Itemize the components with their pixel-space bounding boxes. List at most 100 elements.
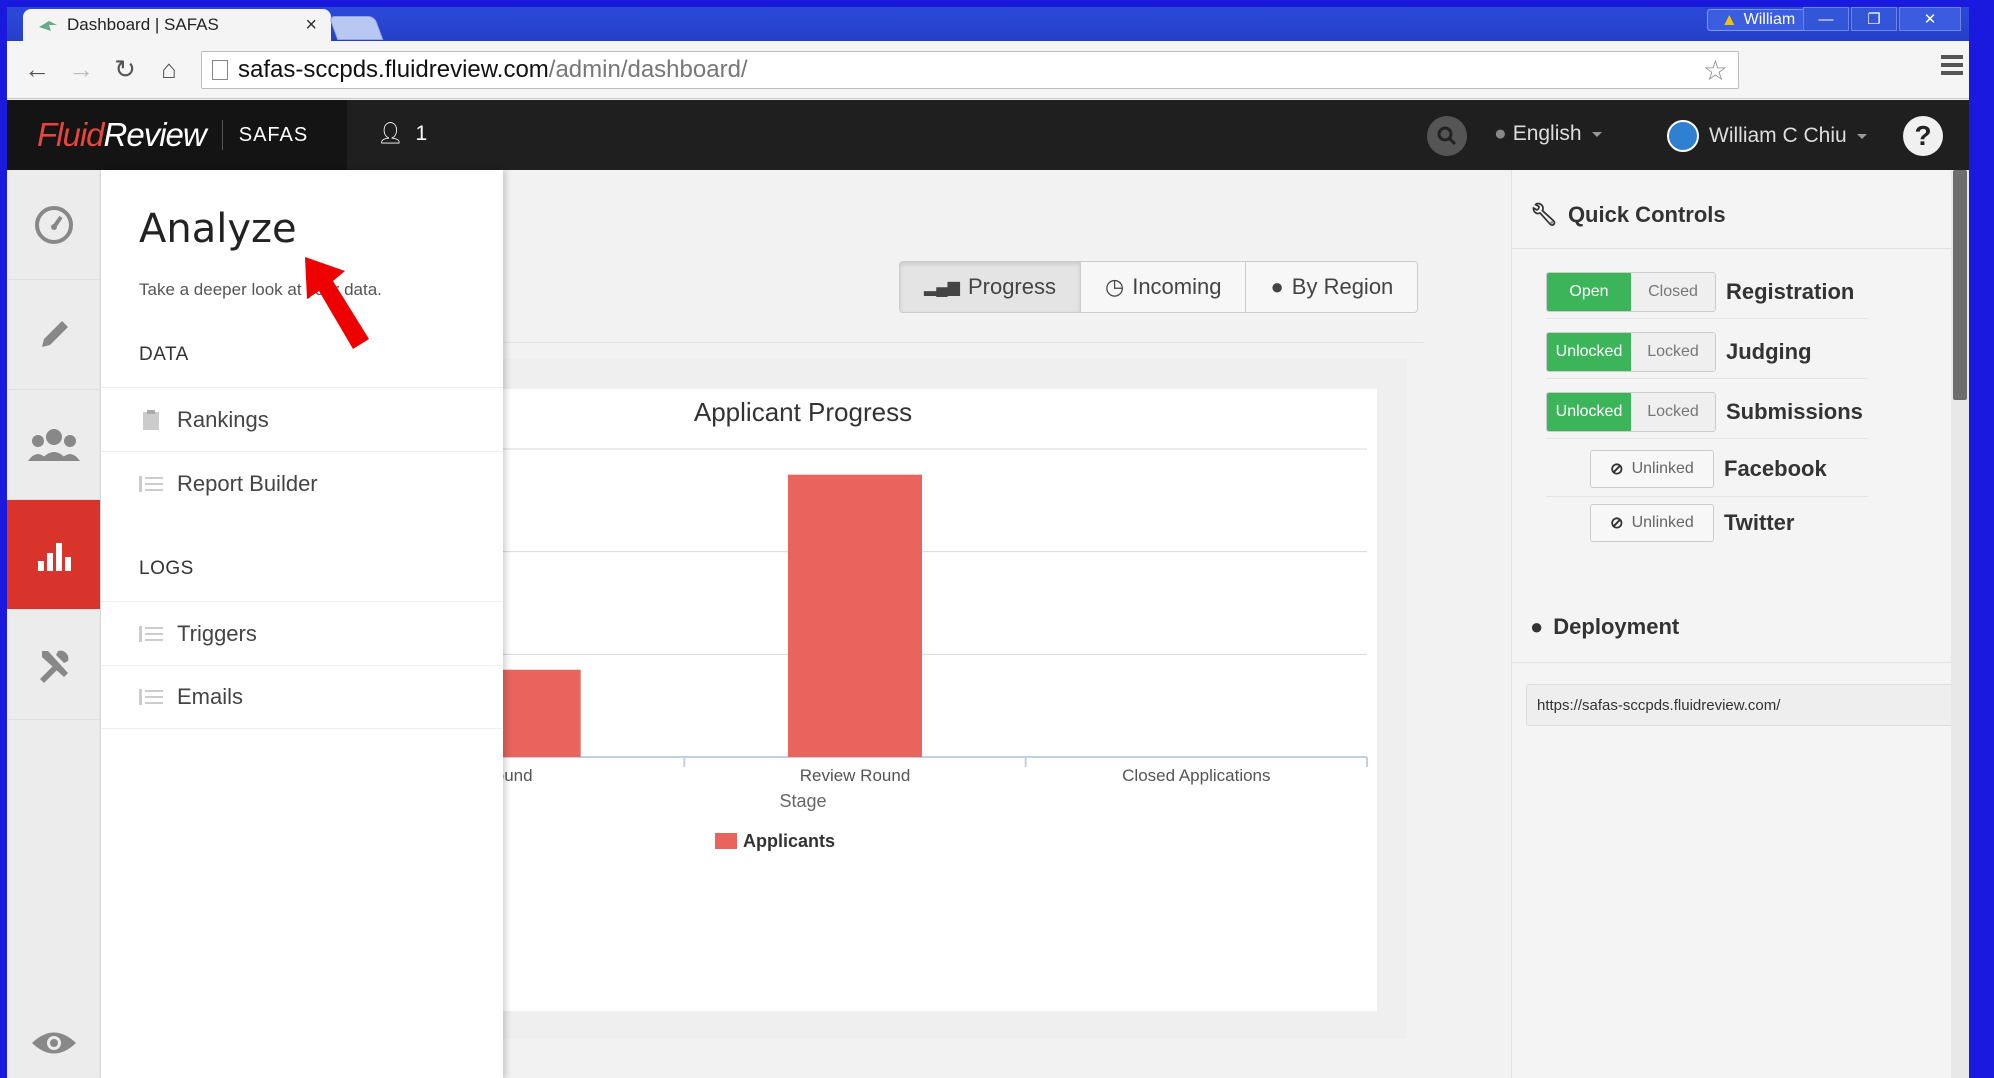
chrome-menu-icon[interactable]	[1941, 55, 1963, 79]
search-icon	[1437, 126, 1457, 146]
close-window-button[interactable]: ✕	[1899, 7, 1961, 31]
page-scrollbar[interactable]	[1951, 170, 1969, 1078]
page-icon	[212, 60, 228, 80]
registration-label: Registration	[1726, 279, 1855, 304]
tools-icon	[39, 650, 68, 683]
search-button[interactable]	[1427, 116, 1467, 156]
reload-icon[interactable]: ↻	[103, 54, 147, 85]
url-path: /admin/dashboard/	[548, 56, 748, 83]
window-controls: — ❐ ✕	[1801, 7, 1961, 31]
facebook-unlinked-button[interactable]: ⊘ Unlinked	[1590, 450, 1714, 488]
tab-title: Dashboard | SAFAS	[67, 15, 219, 34]
browser-window: Dashboard | SAFAS × ▲ William — ❐ ✕ ← → …	[7, 7, 1969, 1078]
quick-controls-heading: 🔧︎ Quick Controls	[1530, 202, 1726, 227]
registration-toggle[interactable]: Open Closed	[1546, 272, 1716, 312]
app-navbar: FluidReview SAFAS 👤︎ 1 ● English William …	[7, 100, 1969, 170]
twitter-unlinked-button[interactable]: ⊘ Unlinked	[1590, 504, 1714, 542]
home-icon[interactable]: ⌂	[147, 54, 191, 85]
chevron-down-icon	[1591, 131, 1602, 137]
fluidreview-logo: FluidReview	[37, 116, 207, 153]
quick-control-registration: Open Closed Registration	[1546, 272, 1868, 319]
submissions-toggle[interactable]: Unlocked Locked	[1546, 392, 1716, 432]
toggle-unlocked[interactable]: Unlocked	[1547, 393, 1631, 431]
bar-review-round	[788, 474, 922, 757]
header-divider	[503, 342, 1423, 343]
x-axis-label: Stage	[779, 791, 826, 811]
list-icon	[139, 475, 163, 492]
restore-button[interactable]: ❐	[1851, 7, 1897, 31]
profile-button[interactable]: ▲ William	[1707, 9, 1809, 31]
tab-close-icon[interactable]: ×	[305, 14, 317, 37]
back-arrow-icon[interactable]: ←	[15, 54, 59, 85]
tab-by-region[interactable]: ● By Region	[1245, 262, 1418, 312]
help-button[interactable]: ?	[1903, 116, 1943, 156]
sidebar-item-analyze[interactable]	[7, 500, 100, 610]
forward-arrow-icon[interactable]: →	[59, 54, 103, 85]
menu-item-rankings[interactable]: Rankings	[101, 387, 503, 451]
bar-eligibility-round	[446, 669, 581, 757]
x-tick-label: Closed Applications	[1122, 766, 1270, 785]
pencil-icon	[41, 320, 68, 347]
menu-item-report-builder[interactable]: Report Builder	[101, 451, 503, 515]
warning-icon: ▲	[1720, 10, 1738, 29]
tab-progress[interactable]: ▂▄▆ Progress	[900, 262, 1080, 312]
toggle-unlocked[interactable]: Unlocked	[1547, 333, 1631, 371]
legend-swatch	[715, 833, 737, 849]
sidebar-item-dashboard[interactable]	[7, 170, 100, 280]
brand-divider	[221, 120, 223, 150]
user-icon: 👤︎	[377, 122, 404, 145]
fluidreview-favicon-icon	[39, 21, 57, 31]
submissions-label: Submissions	[1726, 399, 1863, 424]
flyout-title: Analyze	[139, 206, 297, 252]
chart-title: Applicant Progress	[694, 397, 912, 427]
user-menu[interactable]: William C Chiu	[1667, 120, 1867, 152]
avatar	[1667, 120, 1699, 152]
right-panel: 🔧︎ Quick Controls Open Closed Registrati…	[1511, 170, 1969, 1078]
deployment-url[interactable]: https://safas-sccpds.fluidreview.com/	[1526, 684, 1958, 726]
judging-toggle[interactable]: Unlocked Locked	[1546, 332, 1716, 372]
sidebar-item-people[interactable]	[7, 390, 100, 500]
bookmark-star-icon[interactable]: ☆	[1703, 54, 1728, 87]
tab-incoming[interactable]: ◷ Incoming	[1080, 262, 1246, 312]
profile-name: William	[1743, 11, 1796, 28]
quick-control-twitter: ⊘ Unlinked Twitter	[1546, 504, 1794, 542]
wrench-icon: 🔧︎	[1530, 202, 1558, 227]
toggle-open[interactable]: Open	[1547, 273, 1631, 311]
toggle-closed[interactable]: Closed	[1631, 273, 1715, 311]
toggle-locked[interactable]: Locked	[1631, 393, 1715, 431]
online-users[interactable]: 👤︎ 1	[377, 122, 427, 146]
users-icon	[27, 428, 80, 461]
minimize-button[interactable]: —	[1803, 7, 1849, 31]
red-arrow-annotation-icon	[305, 257, 369, 349]
new-tab-button[interactable]	[328, 16, 384, 40]
ban-icon: ⊘	[1610, 461, 1624, 478]
menu-item-emails[interactable]: Emails	[101, 665, 503, 729]
globe-icon: ●	[1530, 614, 1544, 639]
x-tick-label: Review Round	[800, 766, 911, 785]
quick-control-facebook: ⊘ Unlinked Facebook	[1546, 450, 1868, 497]
bar-chart-icon	[37, 542, 71, 571]
sidebar-item-edit[interactable]	[7, 280, 100, 390]
ban-icon: ⊘	[1610, 515, 1624, 532]
chevron-down-icon	[1856, 133, 1867, 139]
icon-sidebar	[7, 170, 101, 1078]
address-bar[interactable]: safas-sccpds.fluidreview.com/admin/dashb…	[201, 51, 1739, 89]
globe-icon: ●	[1270, 274, 1284, 299]
toggle-locked[interactable]: Locked	[1631, 333, 1715, 371]
panel-divider	[1512, 248, 1969, 249]
scrollbar-thumb[interactable]	[1953, 170, 1967, 400]
list-icon	[139, 689, 163, 705]
brand[interactable]: FluidReview SAFAS	[7, 100, 347, 170]
signal-bars-icon: ▂▄▆	[924, 279, 960, 296]
sidebar-item-preview[interactable]	[7, 1028, 101, 1058]
section-heading-data: DATA	[139, 344, 189, 365]
title-bar: Dashboard | SAFAS × ▲ William — ❐ ✕	[7, 7, 1969, 41]
sidebar-item-tools[interactable]	[7, 610, 100, 720]
deployment-heading: ● Deployment	[1530, 614, 1680, 639]
language-selector[interactable]: ● English	[1494, 122, 1602, 146]
user-name: William C Chiu	[1709, 124, 1847, 147]
menu-item-triggers[interactable]: Triggers	[101, 601, 503, 665]
applicant-progress-chart: Applicant Progress ound Review Round Closed…	[446, 397, 1368, 851]
browser-tab[interactable]: Dashboard | SAFAS ×	[23, 9, 331, 41]
clipboard-icon	[143, 409, 159, 430]
